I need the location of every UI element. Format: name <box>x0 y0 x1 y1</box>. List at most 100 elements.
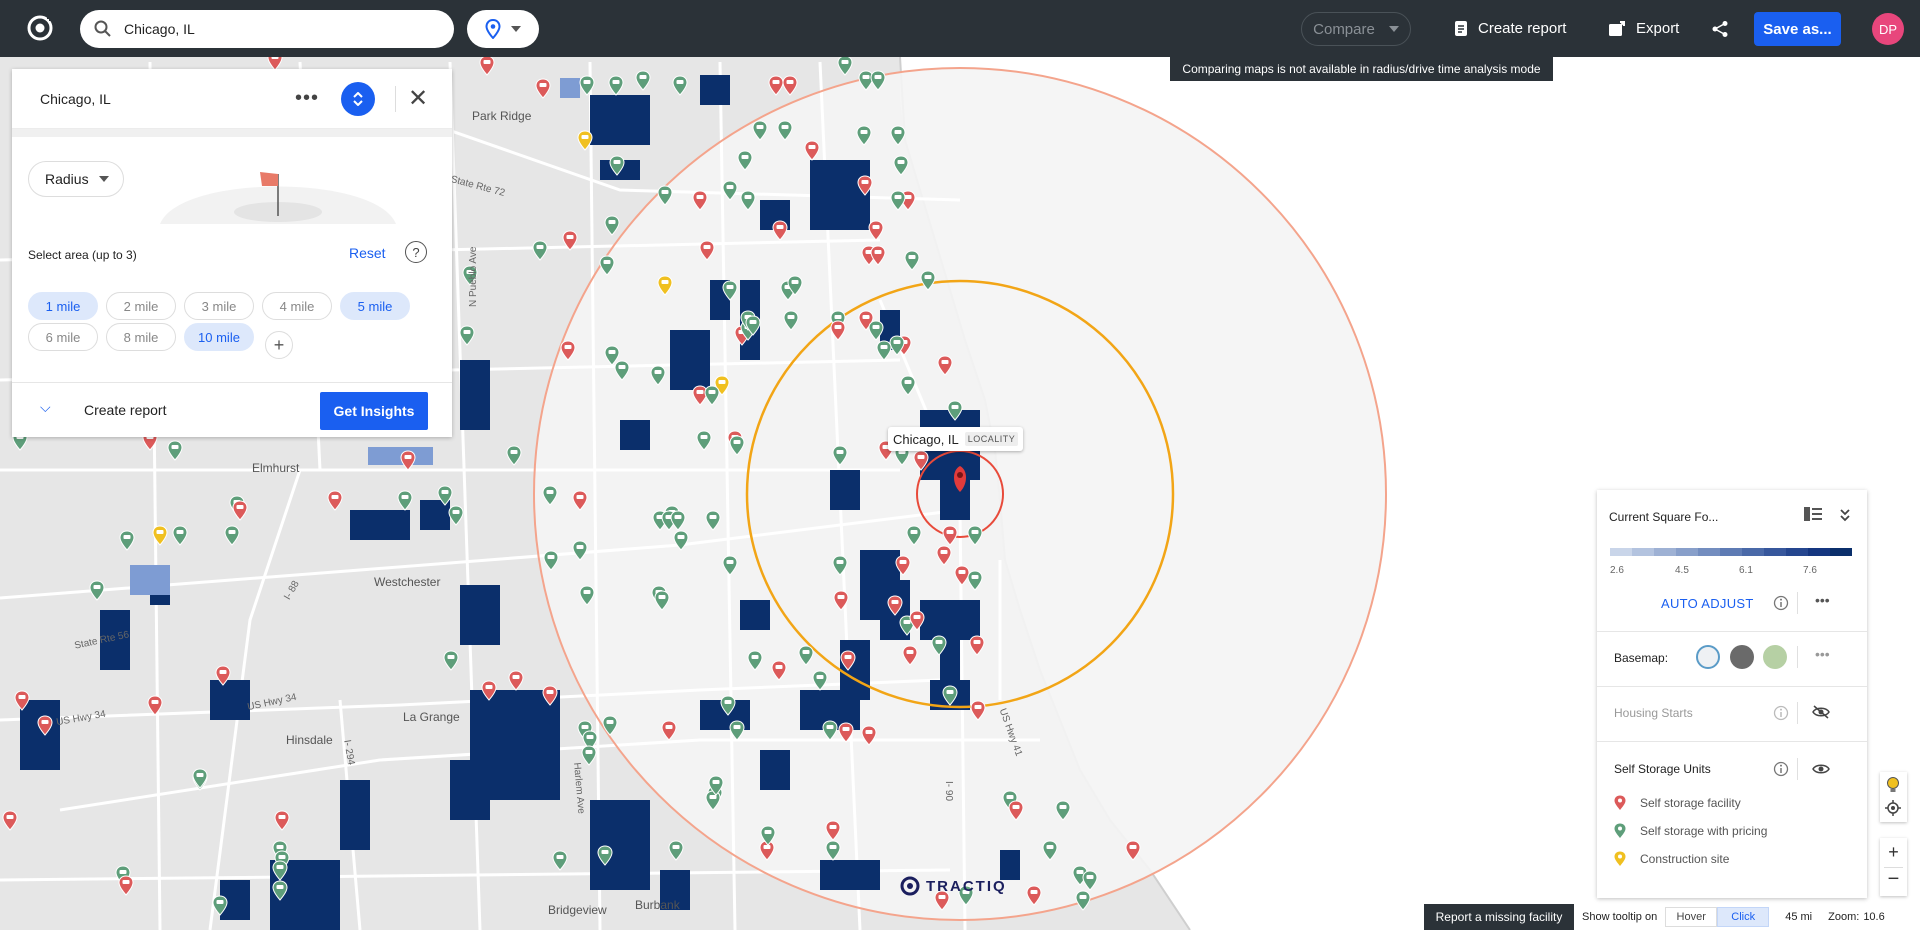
storage-facility-marker[interactable] <box>604 215 620 236</box>
storage-facility-marker[interactable] <box>506 445 522 466</box>
storage-facility-marker[interactable] <box>119 530 135 551</box>
export-button[interactable]: Export <box>1608 0 1679 57</box>
chevrons-down-icon[interactable] <box>1839 508 1851 522</box>
census-tract[interactable] <box>20 750 50 770</box>
storage-facility-marker[interactable] <box>668 840 684 861</box>
eye-off-icon[interactable] <box>1812 705 1830 719</box>
auto-adjust-button[interactable]: AUTO ADJUST <box>1661 596 1754 611</box>
census-tract[interactable] <box>940 460 970 520</box>
save-as-button[interactable]: Save as... <box>1754 12 1841 46</box>
storage-facility-marker[interactable] <box>1075 890 1091 911</box>
storage-facility-marker[interactable] <box>782 75 798 96</box>
locality-label[interactable]: Chicago, IL LOCALITY <box>888 427 1024 451</box>
census-tract[interactable] <box>670 330 710 390</box>
storage-facility-marker[interactable] <box>224 525 240 546</box>
lightbulb-icon[interactable] <box>1885 776 1901 794</box>
census-tract[interactable] <box>820 860 880 890</box>
radius-chip[interactable]: 5 mile <box>340 292 410 320</box>
storage-facility-marker[interactable] <box>581 745 597 766</box>
eye-icon[interactable] <box>1812 762 1830 776</box>
report-missing-facility-button[interactable]: Report a missing facility <box>1424 904 1574 930</box>
storage-facility-marker[interactable] <box>508 670 524 691</box>
census-tract[interactable] <box>350 510 410 540</box>
storage-facility-marker[interactable] <box>167 440 183 461</box>
add-radius-button[interactable]: + <box>265 331 293 359</box>
radius-chip[interactable]: 6 mile <box>28 323 98 351</box>
more-options-icon[interactable]: ••• <box>1815 592 1830 608</box>
census-tract[interactable] <box>860 590 910 620</box>
help-icon[interactable]: ? <box>405 241 427 263</box>
share-button[interactable] <box>1711 0 1729 57</box>
locate-icon[interactable] <box>1885 800 1901 816</box>
storage-facility-marker[interactable] <box>459 325 475 346</box>
storage-facility-marker[interactable] <box>837 57 853 76</box>
census-tract[interactable] <box>920 600 980 640</box>
location-type-dropdown[interactable] <box>467 10 539 48</box>
collapse-panel-button[interactable] <box>341 82 375 116</box>
census-tract[interactable] <box>460 360 490 430</box>
storage-facility-marker[interactable] <box>552 850 568 871</box>
radius-chip[interactable]: 8 mile <box>106 323 176 351</box>
census-tract[interactable] <box>590 800 650 890</box>
census-tract[interactable] <box>810 160 870 230</box>
census-tract[interactable] <box>340 780 370 850</box>
storage-facility-marker[interactable] <box>232 500 248 521</box>
storage-facility-marker[interactable] <box>579 75 595 96</box>
storage-facility-marker[interactable] <box>274 810 290 831</box>
chevron-down-icon[interactable]: ⌵ <box>40 399 51 416</box>
census-tract[interactable] <box>130 565 170 595</box>
storage-facility-marker[interactable] <box>608 75 624 96</box>
census-tract[interactable] <box>560 78 580 98</box>
more-options-icon[interactable]: ••• <box>295 87 319 110</box>
basemap-light-option[interactable] <box>1696 645 1720 669</box>
compare-button[interactable]: Compare <box>1301 12 1411 46</box>
radius-chip[interactable]: 10 mile <box>184 323 254 351</box>
census-tract[interactable] <box>700 75 730 105</box>
storage-facility-marker[interactable] <box>448 505 464 526</box>
census-tract[interactable] <box>368 447 433 465</box>
info-icon[interactable] <box>1773 705 1789 721</box>
storage-facility-marker[interactable] <box>2 810 18 831</box>
basemap-satellite-option[interactable] <box>1763 645 1787 669</box>
census-tract[interactable] <box>460 585 500 645</box>
create-report-toggle[interactable]: Create report <box>84 402 166 418</box>
radius-chip[interactable]: 2 mile <box>106 292 176 320</box>
basemap-dark-option[interactable] <box>1730 645 1754 669</box>
storage-facility-marker[interactable] <box>400 450 416 471</box>
storage-facility-marker[interactable] <box>118 875 134 896</box>
storage-facility-marker[interactable] <box>635 70 651 91</box>
list-view-icon[interactable] <box>1804 507 1822 521</box>
storage-facility-marker[interactable] <box>89 580 105 601</box>
info-icon[interactable] <box>1773 761 1789 777</box>
more-options-icon[interactable]: ••• <box>1815 646 1830 662</box>
storage-facility-marker[interactable] <box>479 57 495 76</box>
census-tract[interactable] <box>760 750 790 790</box>
census-tract[interactable] <box>590 95 650 145</box>
zoom-in-button[interactable]: + <box>1880 842 1907 863</box>
radius-chip[interactable]: 1 mile <box>28 292 98 320</box>
zoom-out-button[interactable]: − <box>1880 868 1907 891</box>
mode-select[interactable]: Radius <box>28 161 124 197</box>
storage-facility-marker[interactable] <box>172 525 188 546</box>
avatar[interactable]: DP <box>1872 13 1904 45</box>
info-icon[interactable] <box>1773 595 1789 611</box>
storage-facility-marker[interactable] <box>192 768 208 789</box>
storage-facility-marker[interactable] <box>147 695 163 716</box>
census-tract[interactable] <box>450 760 490 820</box>
storage-facility-marker[interactable] <box>397 490 413 511</box>
census-tract[interactable] <box>740 600 770 630</box>
reset-button[interactable]: Reset <box>349 245 386 261</box>
storage-facility-marker[interactable] <box>443 650 459 671</box>
storage-facility-marker[interactable] <box>327 490 343 511</box>
app-logo-icon[interactable] <box>26 14 54 42</box>
census-tract[interactable] <box>830 470 860 510</box>
tooltip-click-option[interactable]: Click <box>1717 907 1770 927</box>
storage-facility-marker[interactable] <box>535 78 551 99</box>
census-tract[interactable] <box>620 420 650 450</box>
storage-facility-marker[interactable] <box>768 75 784 96</box>
tooltip-hover-option[interactable]: Hover <box>1665 907 1718 927</box>
storage-facility-marker[interactable] <box>532 240 548 261</box>
close-icon[interactable]: ✕ <box>408 84 428 113</box>
get-insights-button[interactable]: Get Insights <box>320 392 428 430</box>
radius-chip[interactable]: 4 mile <box>262 292 332 320</box>
